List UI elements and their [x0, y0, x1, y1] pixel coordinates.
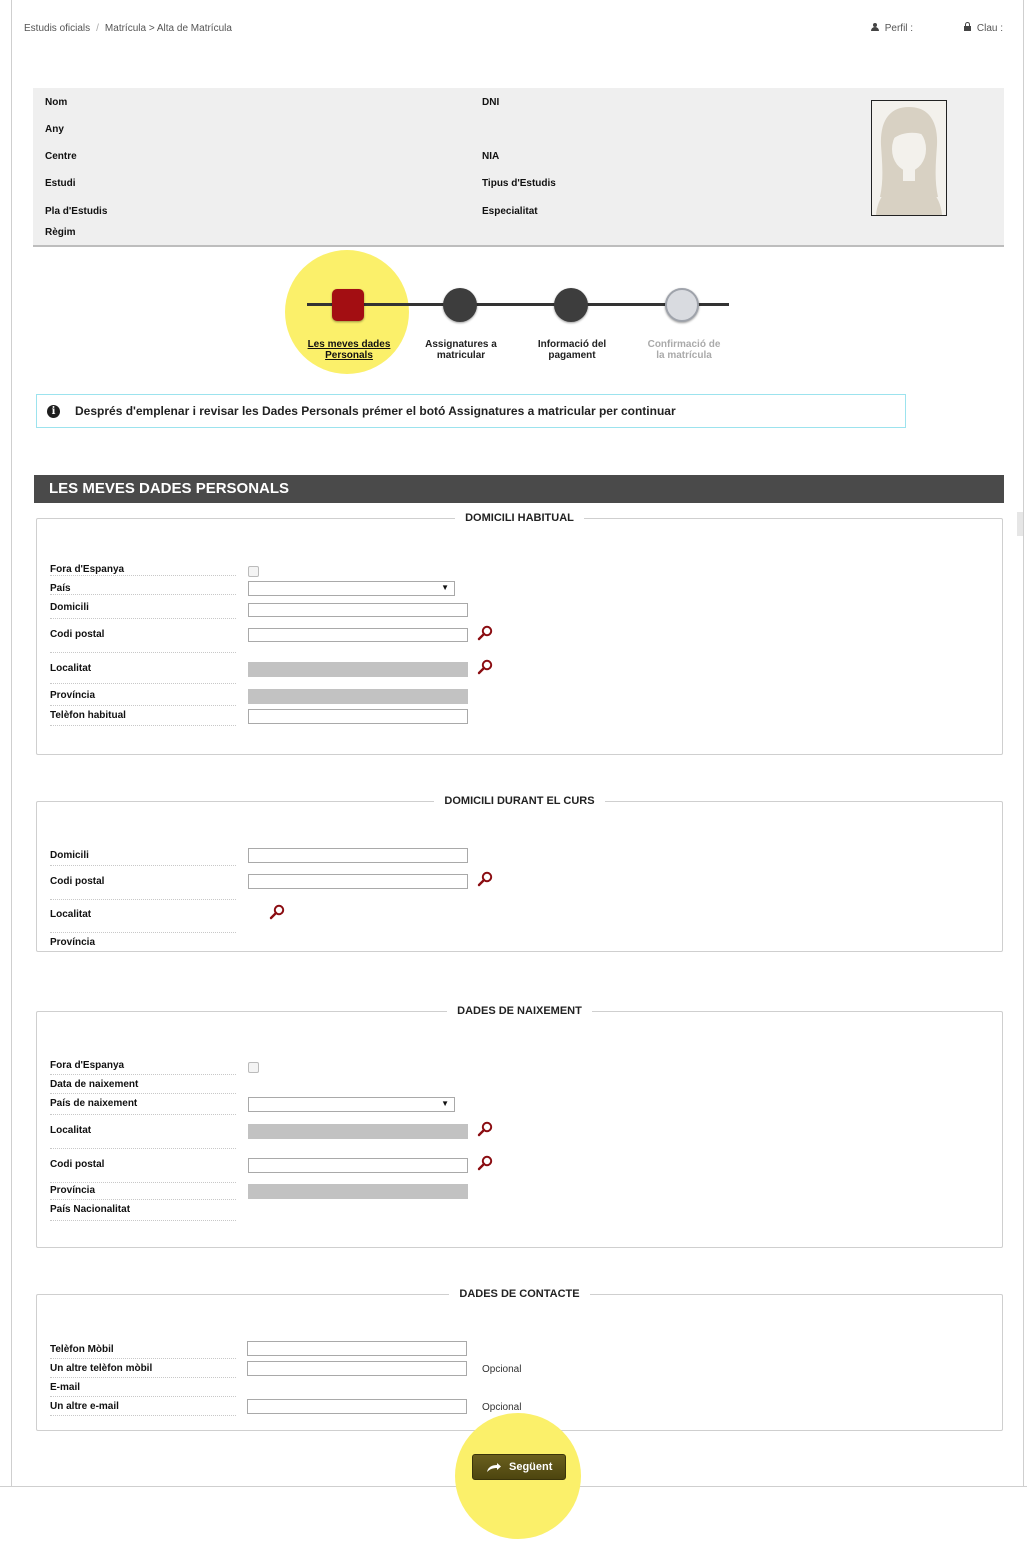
label-data-naixement: Data de naixement — [50, 1079, 236, 1094]
step-3-label: Informació del pagament — [537, 339, 607, 361]
user-tools: Perfil : Clau : — [823, 22, 1003, 34]
contacte-legend: DADES DE CONTACTE — [459, 1288, 580, 1300]
section-title: LES MEVES DADES PERSONALS — [34, 475, 1004, 503]
label-pla-estudis: Pla d'Estudis — [45, 206, 108, 217]
breadcrumb-current: Matrícula > Alta de Matrícula — [104, 23, 232, 34]
info-icon: i — [47, 405, 60, 418]
search-icon[interactable] — [477, 1121, 493, 1137]
codi-postal-curs-input[interactable] — [248, 874, 468, 889]
step-4-marker — [665, 288, 699, 322]
label-domicili: Domicili — [50, 602, 236, 619]
label-pais: País — [50, 583, 236, 595]
codi-postal-input[interactable] — [248, 628, 468, 642]
label-localitat: Localitat — [50, 663, 236, 684]
search-icon[interactable] — [477, 625, 493, 641]
breadcrumb: Estudis oficials / Matrícula > Alta de Mat… — [24, 23, 232, 34]
step-4-label: Confirmació de la matrícula — [647, 339, 721, 361]
domicili-curs-legend: DOMICILI DURANT EL CURS — [444, 795, 595, 807]
domicili-curs-group: DOMICILI DURANT EL CURS Domicili Codi po… — [36, 795, 1003, 952]
profile-label: Perfil : — [884, 23, 914, 34]
step-2-marker[interactable] — [443, 288, 477, 322]
naixement-legend: DADES DE NAIXEMENT — [457, 1005, 582, 1017]
search-icon[interactable] — [477, 659, 493, 675]
label-nia: NIA — [482, 151, 500, 162]
key-label: Clau : — [976, 23, 1003, 34]
avatar-icon — [872, 101, 946, 215]
breadcrumb-home-link[interactable]: Estudis oficials — [24, 23, 90, 34]
label-altre-telefon: Un altre telèfon mòbil — [50, 1363, 236, 1378]
altre-email-input[interactable] — [247, 1399, 467, 1414]
localitat-input — [248, 662, 468, 677]
student-info-panel: Nom Any Centre Estudi Pla d'Estudis Règi… — [33, 88, 1004, 247]
label-localitat-naix: Localitat — [50, 1125, 236, 1149]
label-pais-nacionalitat: País Nacionalitat — [50, 1204, 236, 1221]
next-button-label: Següent — [509, 1461, 553, 1473]
label-provincia-curs: Província — [50, 937, 96, 948]
label-especialitat: Especialitat — [482, 206, 538, 217]
label-nom: Nom — [45, 97, 68, 108]
contacte-group: DADES DE CONTACTE Telèfon Mòbil Un altre… — [36, 1288, 1003, 1431]
search-icon[interactable] — [477, 1155, 493, 1171]
step-1-label[interactable]: Les meves dades Personals — [299, 339, 399, 361]
student-photo-placeholder — [871, 100, 947, 216]
search-icon[interactable] — [477, 871, 493, 887]
pais-naixement-select[interactable]: ▼ — [248, 1097, 455, 1112]
fora-espanya-naix-checkbox[interactable] — [248, 1062, 259, 1073]
forward-arrow-icon — [487, 1463, 501, 1472]
label-altre-email: Un altre e-mail — [50, 1401, 236, 1416]
domicili-habitual-group: DOMICILI HABITUAL Fora d'Espanya País ▼ … — [36, 512, 1003, 755]
profile-menu[interactable]: Perfil : — [870, 23, 914, 34]
telefon-habitual-input[interactable] — [248, 709, 468, 724]
step-3-marker[interactable] — [554, 288, 588, 322]
next-button[interactable]: Següent — [472, 1454, 566, 1480]
provincia-input — [248, 689, 468, 704]
label-tipus-estudis: Tipus d'Estudis — [482, 178, 556, 189]
label-provincia-naix: Província — [50, 1185, 236, 1200]
label-codi-postal: Codi postal — [50, 629, 236, 653]
info-notice: i Després d'emplenar i revisar les Dades… — [36, 394, 906, 428]
label-pais-naixement: País de naixement — [50, 1098, 236, 1115]
label-any: Any — [45, 124, 64, 135]
domicili-input[interactable] — [248, 603, 468, 617]
naixement-group: DADES DE NAIXEMENT Fora d'Espanya Data d… — [36, 1005, 1003, 1248]
label-dni: DNI — [482, 97, 500, 108]
label-email: E-mail — [50, 1382, 236, 1397]
step-1-marker[interactable] — [332, 289, 364, 321]
label-provincia: Província — [50, 690, 236, 706]
label-localitat-curs: Localitat — [50, 909, 236, 933]
telefon-mobil-input[interactable] — [247, 1341, 467, 1356]
codi-postal-naix-input[interactable] — [248, 1158, 468, 1173]
label-centre: Centre — [45, 151, 77, 162]
user-icon — [870, 23, 879, 31]
search-icon[interactable] — [269, 904, 285, 920]
step-2-label: Assignatures a matricular — [425, 339, 497, 361]
label-telefon-mobil: Telèfon Mòbil — [50, 1344, 236, 1359]
provincia-naix-input — [248, 1184, 468, 1199]
key-menu[interactable]: Clau : — [963, 22, 1003, 34]
label-domicili-curs: Domicili — [50, 850, 236, 866]
optional-note: Opcional — [482, 1402, 522, 1413]
domicili-curs-input[interactable] — [248, 848, 468, 863]
label-fora-espanya-naix: Fora d'Espanya — [50, 1060, 236, 1075]
label-fora-espanya: Fora d'Espanya — [50, 564, 236, 576]
optional-note: Opcional — [482, 1364, 522, 1375]
pais-select[interactable]: ▼ — [248, 581, 455, 596]
label-codi-postal-naix: Codi postal — [50, 1159, 236, 1183]
fora-espanya-checkbox[interactable] — [248, 566, 259, 577]
localitat-naix-input — [248, 1124, 468, 1139]
label-estudi: Estudi — [45, 178, 76, 189]
label-telefon-habitual: Telèfon habitual — [50, 710, 236, 726]
domicili-habitual-legend: DOMICILI HABITUAL — [465, 512, 574, 524]
notice-text: Després d'emplenar i revisar les Dades P… — [75, 404, 676, 418]
scrollbar-thumb[interactable] — [1017, 512, 1023, 536]
altre-telefon-input[interactable] — [247, 1361, 467, 1376]
lock-icon — [963, 22, 971, 31]
label-codi-postal-curs: Codi postal — [50, 876, 236, 900]
label-regim: Règim — [45, 227, 76, 238]
top-bar: Estudis oficials / Matrícula > Alta de Mat… — [24, 22, 1003, 37]
